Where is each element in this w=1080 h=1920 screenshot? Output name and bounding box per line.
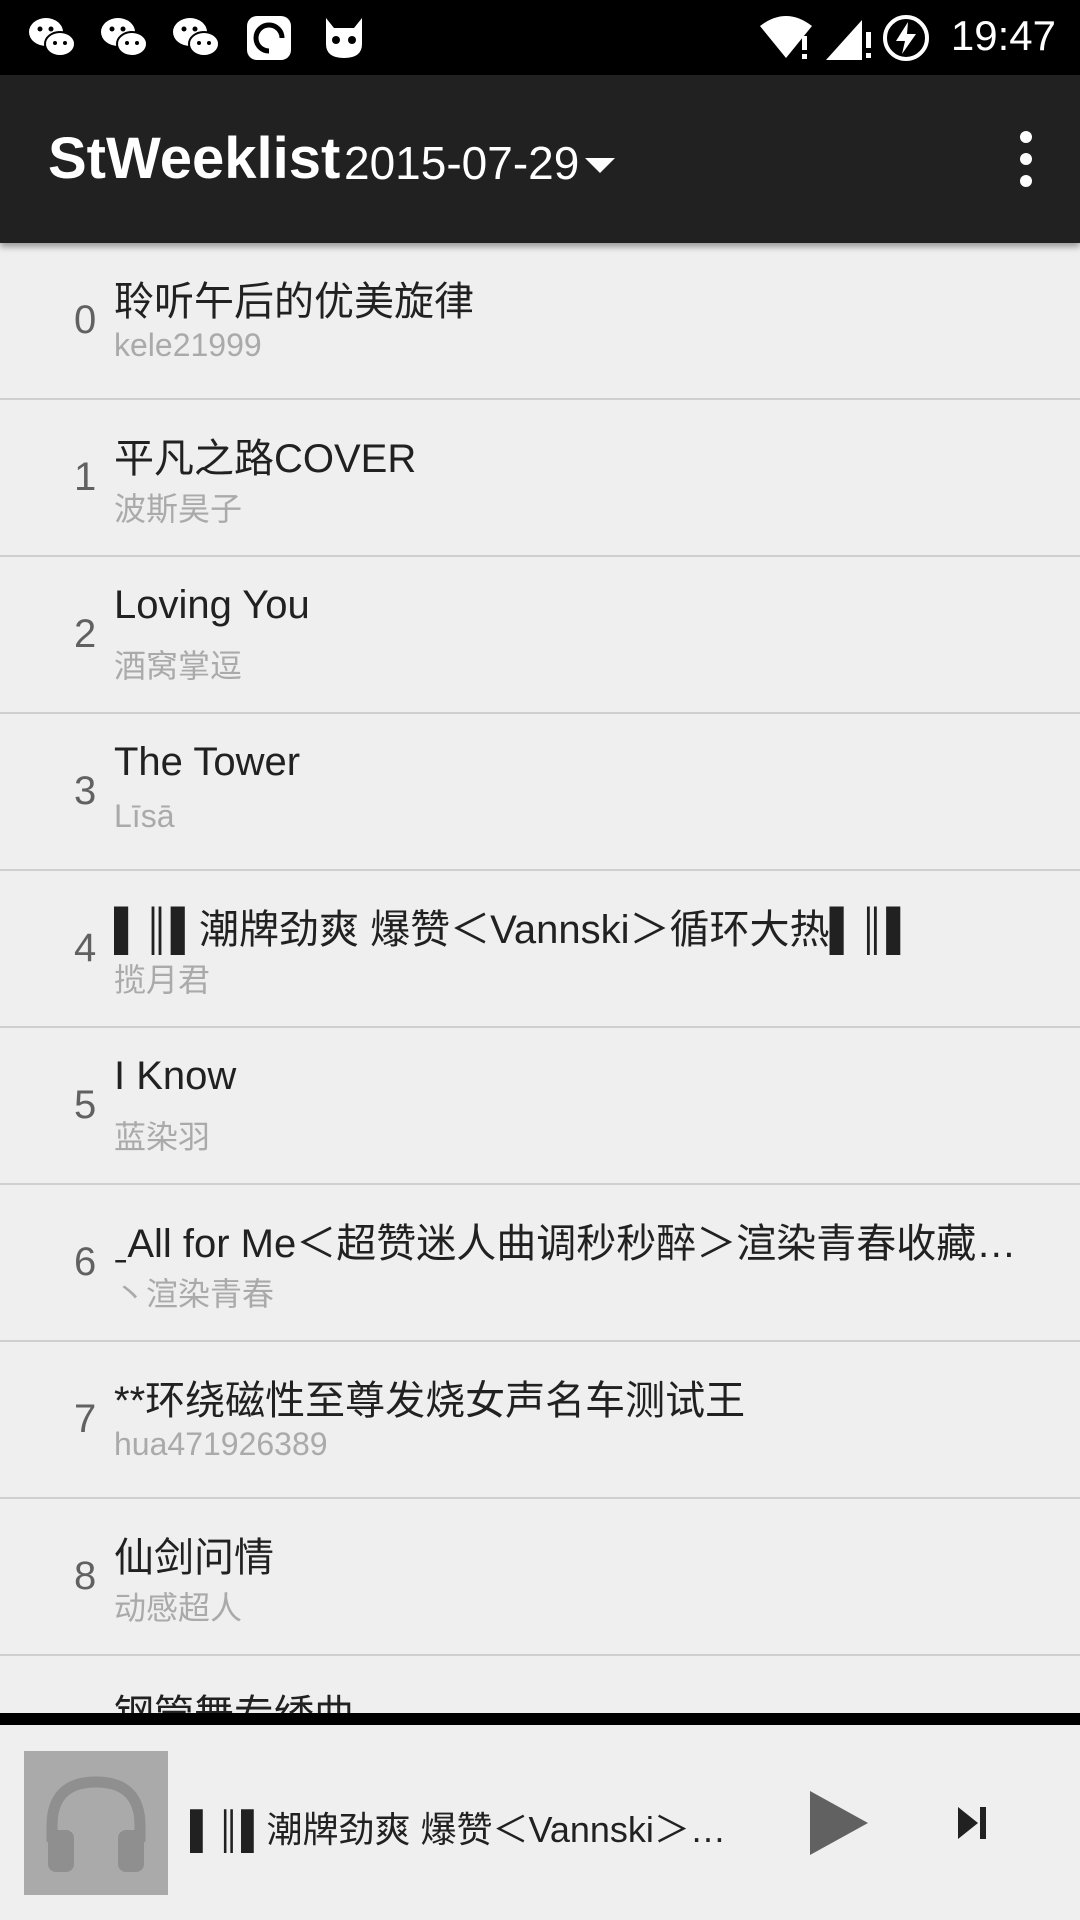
song-list[interactable]: 0 聆听午后的优美旋律 kele21999 1 平凡之路COVER 波斯昊子 2… <box>0 243 1080 1713</box>
list-item-rank: 8 <box>74 1554 97 1598</box>
list-item-title: 钢管舞专绣曲 <box>114 1682 1064 1713</box>
list-item-rank: 6 <box>74 1240 97 1284</box>
list-item[interactable]: 5 I Know 蓝染羽 <box>0 1028 1080 1185</box>
list-item[interactable]: 0 聆听午后的优美旋律 kele21999 <box>0 243 1080 400</box>
wechat-icon <box>173 18 220 57</box>
list-item-rank: 1 <box>74 455 97 499</box>
list-item-rank: 2 <box>74 612 97 656</box>
wifi-alert-icon <box>760 16 812 59</box>
overflow-menu-icon <box>1020 131 1032 143</box>
list-item-artist: 动感超人 <box>114 1590 243 1626</box>
list-item[interactable]: 7 **环绕磁性至尊发烧女声名车测试王 hua471926389 <box>0 1342 1080 1499</box>
now-playing-title: ▌║▌潮牌劲爽 爆赞＜Vannski＞循… <box>190 1809 740 1850</box>
list-item[interactable]: 9 钢管舞专绣曲 <box>0 1656 1080 1713</box>
date-dropdown-label: 2015-07-29 <box>344 137 580 189</box>
list-item-rank: 7 <box>74 1397 97 1441</box>
list-item-title: The Tower <box>114 740 301 784</box>
list-item-title: **环绕磁性至尊发烧女声名车测试王 <box>114 1379 746 1423</box>
list-item-rank: 5 <box>74 1083 97 1127</box>
list-item-artist: 揽月君 <box>114 962 211 998</box>
play-icon[interactable] <box>806 1789 870 1857</box>
app-title: StWeeklist <box>48 126 341 191</box>
list-item[interactable]: 2 Loving You 酒窝掌逗 <box>0 557 1080 714</box>
player-divider <box>0 1713 1080 1725</box>
list-item-title: I Know <box>114 1054 237 1098</box>
battery-charging-icon <box>883 15 929 61</box>
app-bar: StWeeklist 2015-07-29 <box>0 75 1080 243</box>
list-item-artist: 波斯昊子 <box>114 491 243 527</box>
list-item[interactable]: 1 平凡之路COVER 波斯昊子 <box>0 400 1080 557</box>
list-item-rank: 0 <box>74 298 97 342</box>
list-item-title: Loving You <box>114 583 310 627</box>
wechat-icon <box>29 18 76 57</box>
list-item[interactable]: 3 The Tower Līsā <box>0 714 1080 871</box>
list-item[interactable]: 8 仙剑问情 动感超人 <box>0 1499 1080 1656</box>
list-item-rank: 4 <box>74 926 97 970</box>
list-item-title: 平凡之路COVER <box>114 437 417 481</box>
list-item-title: ▌║▌潮牌劲爽 爆赞＜Vannski＞循环大热▌║▌ <box>114 908 915 952</box>
signal-alert-icon <box>826 20 871 60</box>
app-icon <box>247 16 291 60</box>
list-item-artist: hua471926389 <box>114 1426 328 1462</box>
list-item-artist: 蓝染羽 <box>114 1119 211 1155</box>
chevron-down-icon <box>585 157 616 173</box>
list-item-rank: 9 <box>0 1656 98 1713</box>
list-item-artist: 丶渲染青春 <box>114 1276 275 1312</box>
status-bar: 19:47 <box>0 0 1080 75</box>
mini-player[interactable]: ▌║▌潮牌劲爽 爆赞＜Vannski＞循… <box>0 1725 1080 1920</box>
list-item-title: 仙剑问情 <box>114 1536 274 1580</box>
list-item-title: 聆听午后的优美旋律 <box>114 280 474 324</box>
list-item-rank: 3 <box>74 769 97 813</box>
clock: 19:47 <box>950 12 1056 59</box>
list-item[interactable]: 6 ˍAll for Me＜超赞迷人曲调秒秒醉＞渲染青春收藏… 丶渲染青春 <box>0 1185 1080 1342</box>
list-item-artist: kele21999 <box>114 327 262 363</box>
list-item[interactable]: 4 ▌║▌潮牌劲爽 爆赞＜Vannski＞循环大热▌║▌ 揽月君 <box>0 871 1080 1028</box>
wechat-icon <box>101 18 148 57</box>
list-item-title: ˍAll for Me＜超赞迷人曲调秒秒醉＞渲染青春收藏… <box>114 1222 1017 1266</box>
list-item-artist: 酒窝掌逗 <box>114 648 243 684</box>
headphones-icon <box>46 1776 146 1872</box>
list-item-artist: Līsā <box>114 798 175 834</box>
skip-next-icon[interactable] <box>956 1805 988 1841</box>
cat-icon <box>326 18 362 58</box>
date-dropdown[interactable]: 2015-07-29 <box>344 133 616 193</box>
overflow-menu-button[interactable] <box>1006 127 1046 191</box>
album-art[interactable] <box>24 1751 168 1895</box>
